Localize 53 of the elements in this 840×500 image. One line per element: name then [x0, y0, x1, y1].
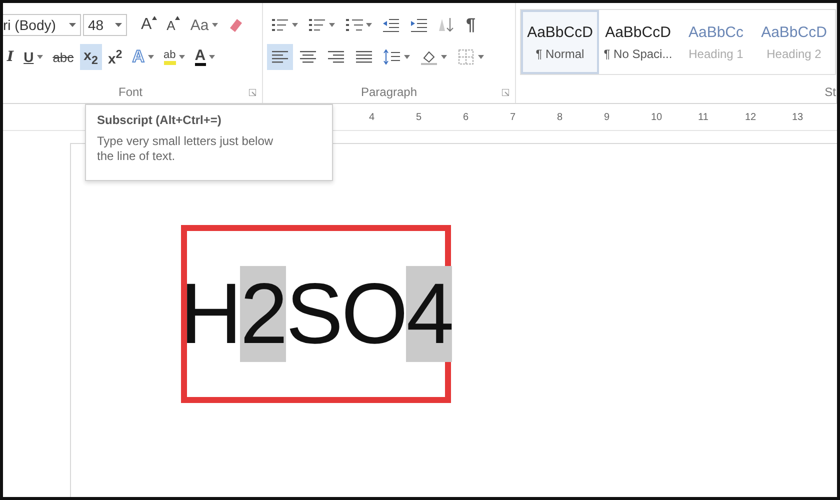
tooltip-title: Subscript (Alt+Ctrl+=) [97, 113, 222, 127]
justify-icon [355, 49, 373, 65]
color-button[interactable]: A [190, 44, 219, 70]
font-name-field[interactable]: ri (Body) [3, 14, 81, 36]
dialog-launcher-icon[interactable] [249, 89, 256, 96]
align-center-icon [299, 49, 317, 65]
subscript-button[interactable]: x$_{2}$ [80, 44, 102, 70]
outdent-icon [382, 17, 400, 33]
sort-icon [438, 17, 456, 33]
bullet-list-icon [271, 17, 289, 33]
align-left-icon [271, 49, 289, 65]
superscript-button[interactable]: x$^{2}$ [104, 44, 126, 70]
change-case-button[interactable]: Aa [186, 12, 222, 38]
ruler-number: 10 [651, 112, 664, 122]
ruler-number: 11 [698, 112, 710, 122]
caret-icon [69, 23, 76, 27]
align-right-icon [327, 49, 345, 65]
ruler-number: 7 [510, 112, 517, 122]
font-size-field[interactable]: 48 [83, 14, 127, 36]
ruler-number: 5 [416, 112, 423, 122]
strike-button[interactable]: abc [48, 44, 78, 70]
group-label: Font [118, 85, 142, 99]
align-left-button[interactable] [267, 44, 293, 70]
small-triangle-icon [175, 16, 180, 20]
ruler-number: 8 [557, 112, 564, 122]
ruler-number: 12 [745, 112, 758, 122]
small-triangle-icon [152, 16, 157, 20]
ruler-number: 13 [792, 112, 804, 122]
multilevel-list-icon [345, 17, 363, 33]
ruler-number: 4 [369, 112, 376, 122]
document-text: H2SO4 [180, 265, 452, 364]
borders-icon [457, 49, 475, 65]
pilcrow-button[interactable]: ¶ [462, 12, 480, 38]
style-item[interactable]: AaBbCcD Heading 2 [755, 10, 833, 74]
grow-font-button[interactable]: A [137, 12, 161, 38]
italic-button[interactable]: I [3, 44, 18, 70]
group-label: St [824, 85, 836, 99]
eraser-icon [228, 17, 244, 33]
line-spacing-icon [383, 49, 401, 65]
shrink-font-button[interactable]: A [162, 12, 184, 38]
highlight-button[interactable]: ab [160, 44, 189, 70]
dialog-launcher-icon[interactable] [502, 89, 509, 96]
style-item[interactable]: AaBbCcD ¶ No Spaci... [599, 10, 677, 74]
numbered-list-icon [308, 17, 326, 33]
ruler-number: 9 [604, 112, 611, 122]
group-label: Paragraph [360, 85, 418, 99]
underline-button[interactable]: U [20, 44, 47, 70]
style-item[interactable]: AaBbCcD ¶ Normal [521, 10, 599, 74]
style-item[interactable]: AaBbCc Heading 1 [677, 10, 755, 74]
ruler-number: 6 [463, 112, 470, 122]
indent-icon [410, 17, 428, 33]
tooltip-text: Type very small letters just below the line of text. [97, 134, 274, 164]
caret-icon [115, 23, 122, 27]
